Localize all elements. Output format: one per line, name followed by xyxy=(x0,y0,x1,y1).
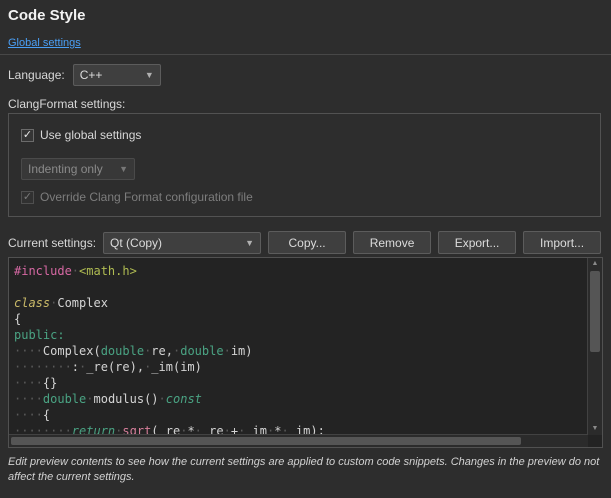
code-line: class·Complex xyxy=(14,295,587,311)
code-style-page: Code Style Global settings Language: C++… xyxy=(0,0,611,498)
page-title: Code Style xyxy=(8,7,86,24)
override-clangformat-label: Override Clang Format configuration file xyxy=(40,190,253,204)
language-dropdown-value: C++ xyxy=(80,68,103,82)
horizontal-scrollbar[interactable] xyxy=(9,434,588,447)
checkmark-icon: ✓ xyxy=(21,129,34,142)
code-line: ····double·modulus()·const xyxy=(14,391,587,407)
code-line: ····{} xyxy=(14,375,587,391)
code-line: ········:·_re(re),·_im(im) xyxy=(14,359,587,375)
code-line: ····Complex(double·re,·double·im) xyxy=(14,343,587,359)
scroll-down-arrow-icon[interactable]: ▼ xyxy=(588,423,602,435)
import-button[interactable]: Import... xyxy=(523,231,601,254)
vertical-scrollbar-thumb[interactable] xyxy=(590,271,600,352)
code-line: ····{ xyxy=(14,407,587,423)
copy-button[interactable]: Copy... xyxy=(268,231,346,254)
code-preview-editor[interactable]: #include·<math.h> class·Complex{public:·… xyxy=(8,257,603,448)
clangformat-group: ✓ Use global settings Indenting only ▼ ✓… xyxy=(8,113,601,217)
code-line: { xyxy=(14,311,587,327)
code-line xyxy=(14,279,587,295)
language-row: Language: C++ ▼ xyxy=(8,64,161,86)
vertical-scrollbar[interactable]: ▲ ▼ xyxy=(587,258,602,435)
clangformat-settings-label: ClangFormat settings: xyxy=(8,97,125,111)
export-button[interactable]: Export... xyxy=(438,231,516,254)
language-dropdown[interactable]: C++ ▼ xyxy=(73,64,161,86)
chevron-down-icon: ▼ xyxy=(245,238,254,248)
clangformat-mode-value: Indenting only xyxy=(28,162,103,176)
global-settings-link[interactable]: Global settings xyxy=(8,37,81,49)
code-line: public: xyxy=(14,327,587,343)
separator xyxy=(0,54,611,55)
chevron-down-icon: ▼ xyxy=(145,70,154,80)
scroll-up-arrow-icon[interactable]: ▲ xyxy=(588,258,602,270)
current-settings-value: Qt (Copy) xyxy=(110,236,162,250)
horizontal-scrollbar-thumb[interactable] xyxy=(11,437,521,445)
chevron-down-icon: ▼ xyxy=(119,164,128,174)
footer-note: Edit preview contents to see how the cur… xyxy=(8,455,605,485)
use-global-settings-checkbox[interactable]: ✓ Use global settings xyxy=(21,128,141,142)
override-clangformat-checkbox[interactable]: ✓ Override Clang Format configuration fi… xyxy=(21,190,253,204)
current-settings-label: Current settings: xyxy=(8,236,96,250)
remove-button[interactable]: Remove xyxy=(353,231,431,254)
language-label: Language: xyxy=(8,68,65,82)
use-global-settings-label: Use global settings xyxy=(40,128,141,142)
code-line: #include·<math.h> xyxy=(14,263,587,279)
checkmark-icon: ✓ xyxy=(21,191,34,204)
clangformat-mode-dropdown[interactable]: Indenting only ▼ xyxy=(21,158,135,180)
current-settings-row: Current settings: Qt (Copy) ▼ Copy... Re… xyxy=(8,231,603,254)
current-settings-dropdown[interactable]: Qt (Copy) ▼ xyxy=(103,232,261,254)
code-line: ········return·sqrt(_re·*·_re·+·_im·*·_i… xyxy=(14,423,587,434)
code-preview-text[interactable]: #include·<math.h> class·Complex{public:·… xyxy=(10,259,587,434)
